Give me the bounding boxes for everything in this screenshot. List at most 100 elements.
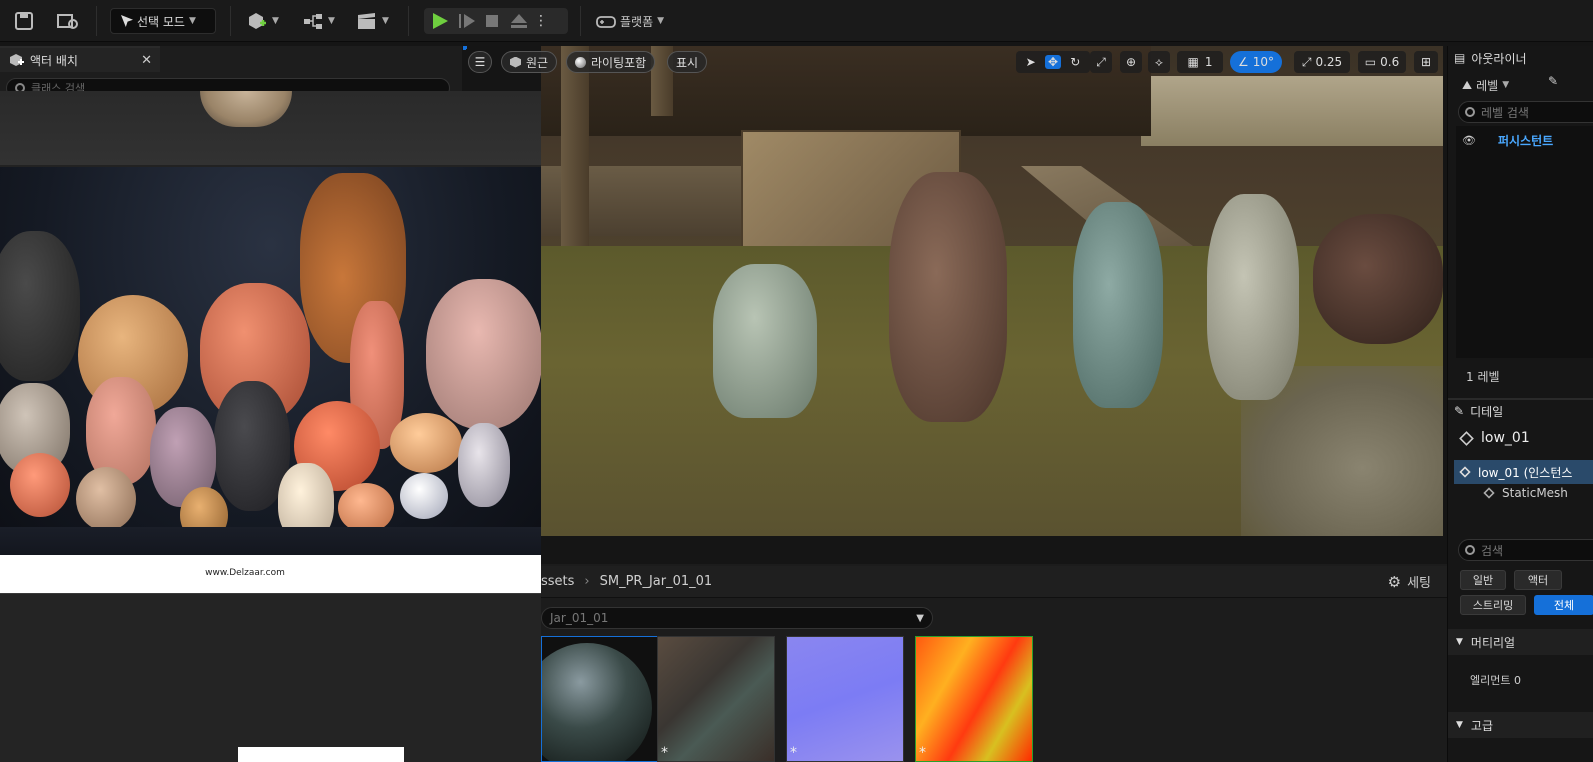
level-viewport[interactable] [541, 46, 1443, 536]
angle-icon: ∠ [1237, 55, 1249, 69]
rotation-snap-button[interactable]: ∠ 10° [1230, 51, 1282, 73]
filter-general-button[interactable]: 일반 [1460, 570, 1506, 590]
filter-actor-button[interactable]: 액터 [1514, 570, 1562, 590]
instance-row-label: low_01 (인스턴스 [1478, 465, 1573, 480]
toolbar-divider [96, 6, 97, 36]
white-pitcher-shape [458, 423, 510, 507]
level-search-placeholder: 레벨 검색 [1481, 105, 1529, 120]
component-row-instance[interactable]: low_01 (인스턴스 [1454, 460, 1593, 484]
right-side-panels: ▤ 아웃라이너 ⛰ 레벨 ▼ ✎ 레벨 검색 👁 퍼시스턴트 1 레벨 ✎ 디테… [1447, 46, 1593, 762]
save-button[interactable] [14, 8, 34, 34]
breadcrumb-current[interactable]: SM_PR_Jar_01_01 [600, 574, 713, 589]
asterisk-icon: * [919, 745, 926, 761]
persistent-level-label: 퍼시스턴트 [1497, 134, 1554, 148]
green-jar-mesh[interactable] [713, 264, 817, 418]
outliner-tab[interactable]: ▤ 아웃라이너 [1448, 46, 1593, 70]
edit-pencil-icon[interactable]: ✎ [1548, 74, 1558, 96]
asterisk-icon: * [661, 745, 668, 761]
lit-sphere-icon [575, 56, 586, 68]
level-count: 1 레벨 [1466, 370, 1500, 384]
place-actor-icon [10, 54, 24, 66]
rotate-icon[interactable]: ↻ [1070, 55, 1080, 69]
perspective-label: 원근 [526, 55, 549, 70]
details-object-header: low_01 [1459, 430, 1530, 446]
scale-tool-button[interactable]: ⤢ [1090, 51, 1112, 73]
play-controls: ⋮ [424, 8, 568, 34]
normal-texture-thumbnail[interactable]: * [786, 636, 904, 762]
move-icon[interactable]: ✥ [1044, 55, 1062, 69]
white-jug-mesh[interactable] [1207, 194, 1299, 400]
breadcrumb-parent[interactable]: ssets [541, 574, 574, 589]
viewport-layout-button[interactable]: ⊞ [1414, 51, 1438, 73]
filter-streaming-button[interactable]: 스트리밍 [1460, 595, 1526, 615]
reference-image-top-strip [0, 91, 541, 165]
brown-jug-mesh[interactable] [889, 172, 1007, 422]
asset-dropdown[interactable]: Jar_01_01 ▼ [541, 607, 933, 629]
scale-snap-icon: ⤢ [1301, 54, 1312, 69]
main-toolbar: 선택 모드 ▼ ▼ ▼ ▼ ⋮ 플랫폼 ▼ [0, 0, 1593, 42]
perspective-button[interactable]: 원근 [501, 51, 558, 73]
cinematics-button[interactable]: ▼ [356, 8, 389, 34]
stop-icon[interactable] [482, 11, 504, 31]
advanced-section-header[interactable]: ▼ 고급 [1448, 712, 1593, 738]
orm-texture-thumbnail[interactable]: * [915, 636, 1033, 762]
eject-icon[interactable] [508, 11, 530, 31]
material-thumbnail[interactable] [541, 636, 659, 762]
outliner-tree: 👁 퍼시스턴트 [1456, 126, 1593, 358]
toolbar-divider [580, 6, 581, 36]
add-actor-button[interactable]: ▼ [246, 8, 279, 34]
step-icon[interactable] [456, 11, 478, 31]
basecolor-texture-thumbnail[interactable]: * [657, 636, 775, 762]
close-icon[interactable]: ✕ [141, 53, 152, 68]
browse-content-button[interactable] [56, 8, 80, 34]
reference-image-overlay: www.Delzaar.com [0, 91, 541, 762]
content-settings-button[interactable]: ⚙ 세팅 [1387, 572, 1431, 592]
collapse-triangle-icon: ▼ [1456, 720, 1463, 730]
grid-snap-button[interactable]: ▦ 1 [1177, 51, 1223, 73]
materials-section-header[interactable]: ▼ 머티리얼 [1448, 629, 1593, 655]
cube-icon [510, 56, 521, 68]
more-options-icon[interactable]: ⋮ [534, 13, 548, 29]
sky-area [1141, 76, 1443, 146]
material-sphere-preview [542, 643, 652, 761]
outliner-level-filter[interactable]: ⛰ 레벨 ▼ [1462, 74, 1509, 96]
show-button[interactable]: 표시 [667, 51, 708, 73]
teal-jug-mesh[interactable] [1073, 202, 1163, 408]
place-actors-tab-label: 액터 배치 [30, 53, 78, 68]
gear-icon: ⚙ [1387, 572, 1402, 591]
surface-snap-button[interactable]: ⟡ [1148, 51, 1170, 73]
selection-mode-dropdown[interactable]: 선택 모드 ▼ [110, 8, 216, 34]
dark-pot-mesh[interactable] [1313, 214, 1443, 344]
scale-snap-button[interactable]: ⤢ 0.25 [1294, 51, 1350, 73]
filter-all-button[interactable]: 전체 [1534, 595, 1593, 615]
toolbar-divider [408, 6, 409, 36]
world-local-toggle[interactable]: ⊕ [1120, 51, 1142, 73]
static-mesh-icon [1459, 466, 1471, 478]
layout-grid-icon: ⊞ [1420, 55, 1432, 69]
camera-speed-button[interactable]: ▭ 0.6 [1358, 51, 1406, 73]
play-icon[interactable] [428, 11, 452, 31]
details-title: 디테일 [1470, 404, 1504, 419]
scale-icon: ⤢ [1096, 54, 1106, 69]
outliner-icon: ▤ [1454, 51, 1466, 65]
component-row-static-mesh[interactable]: StaticMesh [1483, 486, 1568, 500]
dark-jar-shape [0, 231, 80, 381]
outliner-row-persistent[interactable]: 👁 퍼시스턴트 [1462, 132, 1553, 149]
select-mode-icon [121, 15, 133, 27]
lighting-mode-button[interactable]: 라이팅포함 [566, 51, 656, 73]
viewport-menu-button[interactable]: ☰ [468, 51, 492, 73]
chevron-down-icon: ▼ [1502, 80, 1510, 90]
level-search-input[interactable]: 레벨 검색 [1458, 101, 1593, 123]
blueprint-button[interactable]: ▼ [302, 8, 335, 34]
selected-object-name: low_01 [1481, 430, 1530, 446]
place-actors-tab[interactable]: 액터 배치 ✕ [0, 46, 160, 72]
select-cursor-icon[interactable]: ➤ [1026, 55, 1036, 69]
platforms-dropdown[interactable]: 플랫폼 ▼ [596, 8, 664, 34]
pink-pot-shape [426, 279, 541, 429]
details-search-input[interactable]: 검색 [1458, 539, 1593, 561]
camera-icon: ▭ [1364, 55, 1377, 69]
teapot-shape [76, 467, 136, 531]
eye-icon[interactable]: 👁 [1462, 134, 1476, 147]
details-tab[interactable]: ✎ 디테일 [1448, 398, 1593, 422]
blueprint-icon [304, 14, 322, 29]
